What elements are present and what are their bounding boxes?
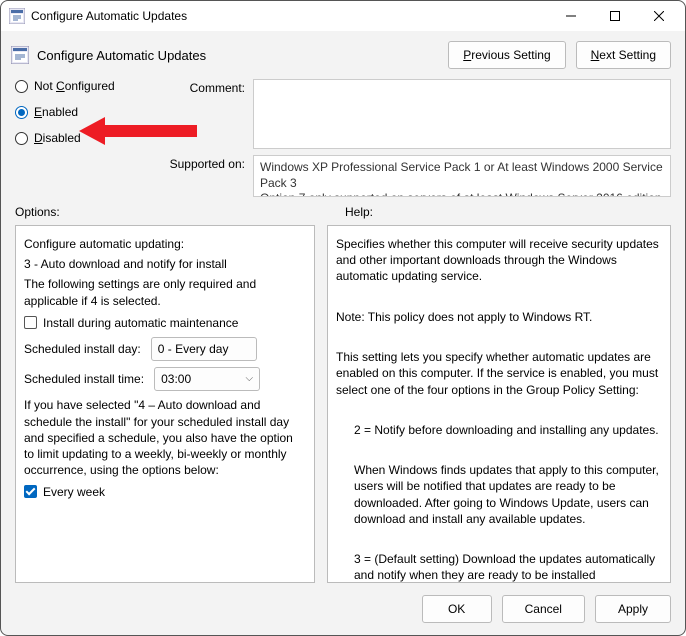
scheduled-time-dropdown[interactable]: 03:00 ⌵ [154, 367, 260, 391]
header-title: Configure Automatic Updates [37, 48, 438, 63]
radio-enabled[interactable]: Enabled [15, 105, 165, 119]
help-text: Note: This policy does not apply to Wind… [336, 309, 662, 325]
radio-disabled[interactable]: Disabled [15, 131, 165, 145]
ok-button[interactable]: OK [422, 595, 492, 623]
cancel-button[interactable]: Cancel [502, 595, 585, 623]
scheduled-time-row: Scheduled install time: 03:00 ⌵ [24, 367, 306, 391]
supported-box: Windows XP Professional Service Pack 1 o… [253, 155, 671, 197]
apply-button[interactable]: Apply [595, 595, 671, 623]
help-text: This setting lets you specify whether au… [336, 349, 662, 398]
options-title: Configure automatic updating: [24, 236, 306, 252]
options-label: Options: [15, 205, 345, 219]
scheduled-day-dropdown[interactable]: 0 - Every day [151, 337, 257, 361]
policy-icon [11, 46, 29, 64]
titlebar: Configure Automatic Updates [1, 1, 685, 31]
comment-label: Comment: [165, 79, 245, 95]
maximize-button[interactable] [593, 1, 637, 31]
install-maintenance-checkbox[interactable]: Install during automatic maintenance [24, 315, 306, 331]
options-paragraph: If you have selected "4 – Auto download … [24, 397, 306, 478]
next-setting-button[interactable]: Next Setting [576, 41, 671, 69]
help-text: When Windows finds updates that apply to… [354, 462, 662, 527]
radio-icon [15, 80, 28, 93]
window-title: Configure Automatic Updates [31, 9, 549, 23]
footer: OK Cancel Apply [1, 583, 685, 635]
supported-label: Supported on: [165, 155, 245, 171]
minimize-button[interactable] [549, 1, 593, 31]
help-panel[interactable]: Specifies whether this computer will rec… [327, 225, 671, 583]
options-note: The following settings are only required… [24, 276, 306, 308]
header: Configure Automatic Updates Previous Set… [1, 31, 685, 79]
help-text: 3 = (Default setting) Download the updat… [354, 551, 662, 583]
options-mode: 3 - Auto download and notify for install [24, 256, 306, 272]
chevron-down-icon: ⌵ [246, 372, 254, 386]
radio-not-configured[interactable]: Not Configured [15, 79, 165, 93]
scheduled-day-row: Scheduled install day: 0 - Every day [24, 337, 306, 361]
radio-icon [15, 106, 28, 119]
options-panel[interactable]: Configure automatic updating: 3 - Auto d… [15, 225, 315, 583]
previous-setting-button[interactable]: Previous Setting [448, 41, 565, 69]
comment-textarea[interactable] [253, 79, 671, 149]
checkbox-icon [24, 485, 37, 498]
radio-icon [15, 132, 28, 145]
help-label: Help: [345, 205, 373, 219]
help-text: 2 = Notify before downloading and instal… [354, 422, 662, 438]
close-button[interactable] [637, 1, 681, 31]
checkbox-icon [24, 316, 37, 329]
help-text: Specifies whether this computer will rec… [336, 236, 662, 285]
app-icon [9, 8, 25, 24]
every-week-checkbox[interactable]: Every week [24, 484, 306, 500]
